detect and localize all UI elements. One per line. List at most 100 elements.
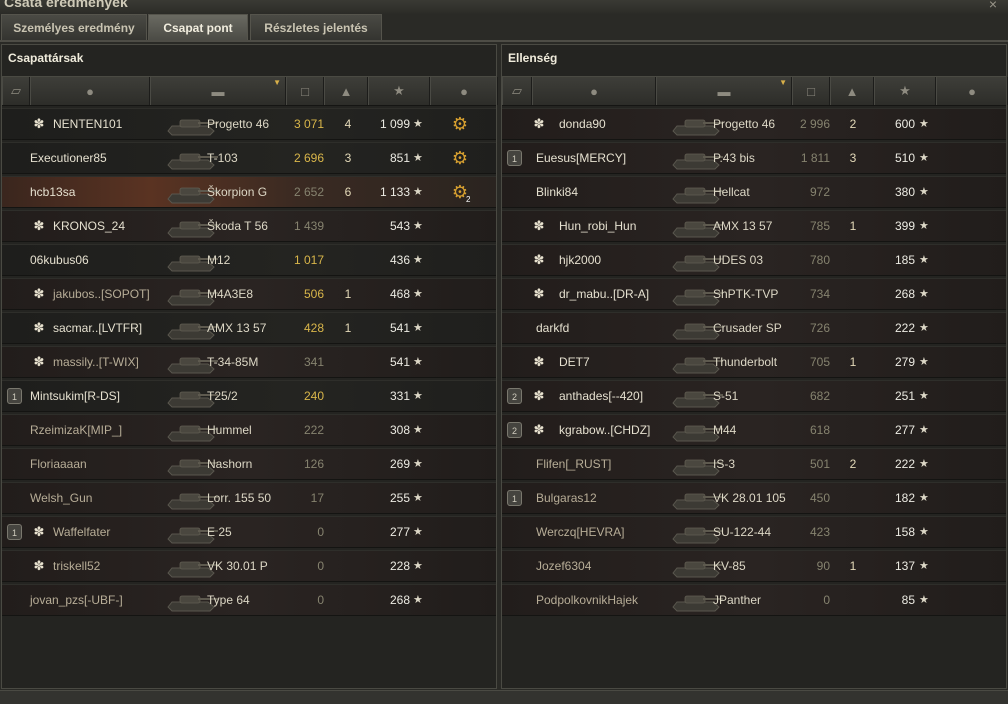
player-row[interactable]: Jozef6304 KV-85 90 1 137 ★ [502,550,1006,582]
player-row[interactable]: darkfd Crusader SP 726 222 ★ [502,312,1006,344]
player-row[interactable]: 2 ✽ anthades[--420] S-51 682 251 ★ [502,380,1006,412]
header-medal-icon[interactable]: ● [430,77,498,105]
player-row[interactable]: ✽ DET7 Thunderbolt 705 1 279 ★ [502,346,1006,378]
player-row[interactable]: ✽ Hun_robi_Hun AMX 13 57 785 1 399 ★ [502,210,1006,242]
player-row[interactable]: 1 Bulgaras12 VK 28.01 105 450 182 ★ [502,482,1006,514]
header-player-icon[interactable]: ● [532,77,656,105]
damage-value: 126 [303,457,324,471]
player-row[interactable]: Executioner85 T-103 2 696 3 851 ★ ⚙ [2,142,496,174]
xp-value: 1 099 [379,117,410,131]
player-row[interactable]: ✽ sacmar..[LVTFR] AMX 13 57 428 1 541 ★ [2,312,496,344]
player-row[interactable]: 2 ✽ kgrabow..[CHDZ] M44 618 277 ★ [502,414,1006,446]
allies-panel: Csapattársak ▱ ● ▬ ▼ □ ▲ ★ ● ✽ NENTEN101 Progetto… [1,44,498,689]
player-row[interactable]: Floriaaaan Nashorn 126 269 ★ [2,448,496,480]
xp-value: 600 [894,117,915,131]
header-squad-icon[interactable]: ▱ [2,77,30,105]
close-icon[interactable]: × [984,0,1002,12]
star-icon: ★ [393,83,405,98]
tank-name: Type 64 [207,593,250,607]
damage-value: 501 [809,457,830,471]
kills-value: 1 [849,219,857,233]
player-row[interactable]: ✽ triskell52 VK 30.01 P 0 228 ★ [2,550,496,582]
player-name: KRONOS_24 [53,219,126,233]
player-row[interactable]: Welsh_Gun Lorr. 155 50 17 255 ★ [2,482,496,514]
header-kills-icon[interactable]: ▲ [830,77,874,105]
header-star-icon[interactable]: ★ [368,77,430,105]
damage-value: 780 [809,253,830,267]
header-squad-icon[interactable]: ▱ [502,77,532,105]
xp-value: 308 [389,423,410,437]
star-icon: ★ [413,356,423,368]
clan-emblem-icon: ✽ [33,354,45,369]
kills-value [843,517,863,547]
header-player-icon[interactable]: ● [30,77,150,105]
player-name: RzeimizaK[MIP_] [30,423,123,437]
tank-name: AMX 13 57 [713,219,773,233]
kills-icon: ▲ [845,83,859,99]
player-icon: ● [86,83,94,99]
tank-name: VK 30.01 P [207,559,268,573]
tab-detailed-report[interactable]: Részletes jelentés [250,14,382,41]
player-name: hcb13sa [30,185,76,199]
player-row[interactable]: RzeimizaK[MIP_] Hummel 222 308 ★ [2,414,496,446]
medal-icon[interactable]: ⚙ [448,146,472,170]
kills-value: 2 [849,117,857,131]
kills-value [843,245,863,275]
player-row[interactable]: ✽ KRONOS_24 Škoda T 56 1 439 543 ★ [2,210,496,242]
xp-value: 331 [389,389,410,403]
enemies-panel: Ellenség ▱ ● ▬ ▼ □ ▲ ★ ● ✽ donda90 Progetto 46 2 9… [501,44,1008,689]
medal-icon[interactable]: ⚙ [448,112,472,136]
kills-value: 3 [344,151,352,165]
clan-emblem-icon: ✽ [533,116,545,131]
player-row[interactable]: jovan_pzs[-UBF-] Type 64 0 268 ★ [2,584,496,616]
window-titlebar: Csata eredmények × [0,0,1008,14]
window-title: Csata eredmények [4,0,128,10]
tank-name: Škorpion G [207,185,268,199]
player-name: NENTEN101 [53,117,123,131]
xp-value: 222 [894,321,915,335]
damage-value: 2 652 [293,185,324,199]
player-row[interactable]: Werczq[HEVRA] SU-122-44 423 158 ★ [502,516,1006,548]
player-row[interactable]: 1 ✽ Waffelfater E 25 0 277 ★ [2,516,496,548]
player-icon: ● [590,83,598,99]
header-damage-icon[interactable]: □ [286,77,324,105]
kills-value [338,347,358,377]
kills-value [338,483,358,513]
header-damage-icon[interactable]: □ [792,77,830,105]
clan-emblem-icon: ✽ [533,252,545,267]
xp-value: 255 [389,491,410,505]
tank-name: VK 28.01 105 [713,491,786,505]
player-row[interactable]: 1 Mintsukim[R-DS] T25/2 240 331 ★ [2,380,496,412]
player-name: Mintsukim[R-DS] [30,389,121,403]
kills-value: 3 [849,151,857,165]
star-icon: ★ [413,526,423,538]
tank-name: Hummel [207,423,252,437]
header-kills-icon[interactable]: ▲ [324,77,368,105]
damage-value: 2 696 [293,151,324,165]
header-medal-icon[interactable]: ● [936,77,1008,105]
player-row[interactable]: hcb13sa Škorpion G2 652 6 1 133 ★ ⚙ 2 [2,176,496,208]
player-row[interactable]: PodpolkovnikHajek JPanther 0 85 ★ [502,584,1006,616]
player-row[interactable]: ✽ NENTEN101 Progetto 46 3 071 4 1 099 ★ ⚙ [2,108,496,140]
player-row[interactable]: 1 Euesus[MERCY] P.43 bis 1 811 3 510 ★ [502,142,1006,174]
player-row[interactable]: ✽ jakubos..[SOPOT] M4A3E8 506 1 468 ★ [2,278,496,310]
player-row[interactable]: 06kubus06 M12 1 017 436 ★ [2,244,496,276]
player-name: Flifen[_RUST] [536,457,612,471]
player-name: DET7 [559,355,590,369]
player-row[interactable]: Blinki84 Hellcat 972 380 ★ [502,176,1006,208]
player-row[interactable]: ✽ dr_mabu..[DR-A] ShPTK-TVP 734 268 ★ [502,278,1006,310]
header-tank-icon[interactable]: ▬ ▼ [656,77,792,105]
player-row[interactable]: Flifen[_RUST] IS-3 501 2 222 ★ [502,448,1006,480]
star-icon: ★ [919,424,929,436]
player-row[interactable]: ✽ massily..[T-WIX] T-34-85M 341 541 ★ [2,346,496,378]
player-row[interactable]: ✽ hjk2000 UDES 03 780 185 ★ [502,244,1006,276]
tab-team-score[interactable]: Csapat pont [148,14,248,41]
clan-emblem-icon: ✽ [33,218,45,233]
tab-personal-result[interactable]: Személyes eredmény [1,14,147,41]
damage-value: 785 [809,219,830,233]
header-star-icon[interactable]: ★ [874,77,936,105]
xp-value: 85 [901,593,915,607]
damage-value: 705 [809,355,830,369]
player-row[interactable]: ✽ donda90 Progetto 46 2 996 2 600 ★ [502,108,1006,140]
header-tank-icon[interactable]: ▬ ▼ [150,77,286,105]
